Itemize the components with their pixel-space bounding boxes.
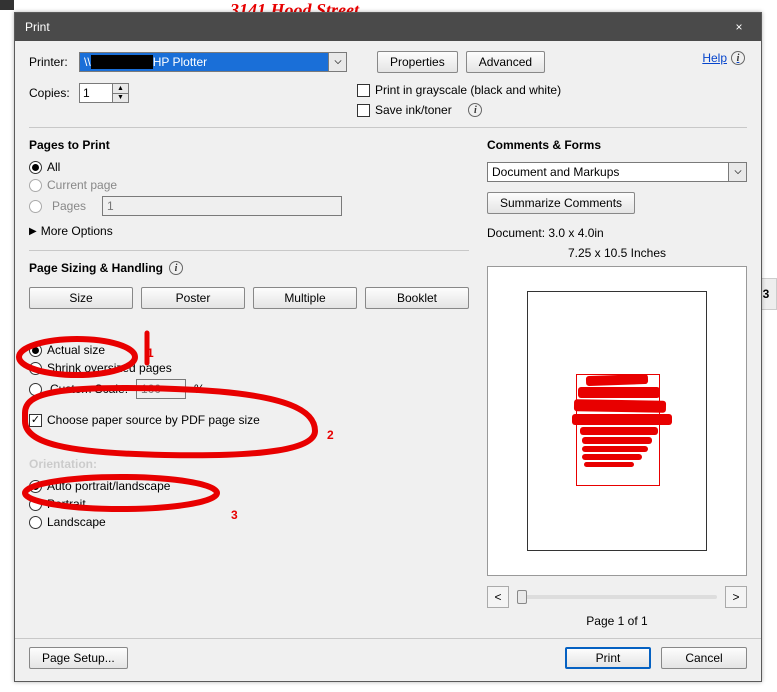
actual-size-label: Actual size: [47, 343, 105, 357]
page-status: Page 1 of 1: [487, 614, 747, 628]
slider-thumb[interactable]: [517, 590, 527, 604]
shrink-label: Shrink oversized pages: [47, 361, 172, 375]
help-link[interactable]: Help i: [702, 51, 745, 65]
shrink-radio[interactable]: Shrink oversized pages: [29, 361, 469, 375]
preview-paper: [527, 291, 707, 551]
auto-orientation-radio[interactable]: Auto portrait/landscape: [29, 479, 469, 493]
info-icon: i: [468, 103, 482, 117]
print-preview: [487, 266, 747, 576]
comments-forms-value: Document and Markups: [492, 165, 619, 179]
pages-all-radio[interactable]: All: [29, 160, 469, 174]
grayscale-label: Print in grayscale (black and white): [375, 83, 561, 97]
separator: [29, 250, 469, 251]
bg-dark-strip: [0, 0, 14, 10]
printer-value-prefix: \\: [84, 55, 91, 69]
actual-size-radio[interactable]: Actual size: [29, 343, 469, 357]
more-options-toggle[interactable]: ▶ More Options: [29, 224, 469, 238]
radio-icon: [29, 200, 42, 213]
pages-range-input: [102, 196, 342, 216]
preview-redacted-content: [568, 367, 673, 477]
titlebar: Print ×: [15, 13, 761, 41]
radio-icon: [29, 362, 42, 375]
help-icon: i: [731, 51, 745, 65]
properties-button[interactable]: Properties: [377, 51, 458, 73]
printer-dropdown-button[interactable]: [329, 52, 347, 72]
landscape-radio[interactable]: Landscape: [29, 515, 469, 529]
portrait-label: Portrait: [47, 497, 86, 511]
summarize-comments-button[interactable]: Summarize Comments: [487, 192, 635, 214]
grayscale-checkbox[interactable]: Print in grayscale (black and white): [357, 83, 561, 97]
custom-scale-radio[interactable]: Custom Scale: %: [29, 379, 469, 399]
printer-value-suffix: HP Plotter: [153, 55, 207, 69]
copies-down[interactable]: ▼: [113, 93, 129, 104]
comments-forms-select[interactable]: Document and Markups: [487, 162, 747, 182]
save-ink-label: Save ink/toner: [375, 103, 452, 117]
checkbox-icon: [357, 104, 370, 117]
page-slider[interactable]: [517, 595, 717, 599]
info-icon: i: [169, 261, 183, 275]
size-tab-button[interactable]: Size: [29, 287, 133, 309]
page-setup-button[interactable]: Page Setup...: [29, 647, 128, 669]
triangle-right-icon: ▶: [29, 226, 37, 237]
checkbox-icon: [29, 414, 42, 427]
advanced-button[interactable]: Advanced: [466, 51, 545, 73]
pages-to-print-header: Pages to Print: [29, 138, 469, 152]
custom-scale-label: Custom Scale:: [50, 382, 128, 396]
copies-input[interactable]: [79, 83, 113, 103]
bg-page-text-top: 3141 Hood Street: [230, 0, 777, 12]
comments-forms-header: Comments & Forms: [487, 138, 747, 152]
copies-spinner[interactable]: ▲ ▼: [79, 83, 129, 103]
multiple-tab-button[interactable]: Multiple: [253, 287, 357, 309]
close-button[interactable]: ×: [717, 13, 761, 41]
document-size-label: Document: 3.0 x 4.0in: [487, 226, 747, 240]
printer-value-redacted: XXXXXXX: [91, 55, 153, 69]
orientation-header: Orientation:: [29, 457, 469, 471]
more-options-label: More Options: [41, 224, 113, 238]
radio-icon: [29, 344, 42, 357]
choose-paper-checkbox[interactable]: Choose paper source by PDF page size: [29, 413, 469, 427]
radio-icon: [29, 161, 42, 174]
landscape-label: Landscape: [47, 515, 106, 529]
pages-range-radio[interactable]: Pages: [29, 196, 469, 216]
auto-orientation-label: Auto portrait/landscape: [47, 479, 170, 493]
copies-label: Copies:: [29, 86, 71, 100]
portrait-radio[interactable]: Portrait: [29, 497, 469, 511]
radio-icon: [29, 480, 42, 493]
printer-select[interactable]: \\ XXXXXXX HP Plotter: [79, 52, 347, 72]
sizing-header: Page Sizing & Handling: [29, 261, 163, 275]
printer-label: Printer:: [29, 55, 71, 69]
custom-scale-unit: %: [194, 382, 205, 396]
booklet-tab-button[interactable]: Booklet: [365, 287, 469, 309]
chevron-down-icon: [334, 58, 342, 66]
radio-icon: [29, 383, 42, 396]
paper-size-label: 7.25 x 10.5 Inches: [487, 246, 747, 260]
copies-up[interactable]: ▲: [113, 83, 129, 93]
checkbox-icon: [357, 84, 370, 97]
print-dialog: Print × Help i Printer: \\ XXXXXXX HP Pl…: [14, 12, 762, 682]
radio-icon: [29, 516, 42, 529]
help-label: Help: [702, 51, 727, 65]
separator: [29, 127, 747, 128]
window-title: Print: [25, 20, 717, 34]
pages-range-label: Pages: [52, 199, 92, 213]
comments-dropdown-button[interactable]: [729, 162, 747, 182]
next-page-button[interactable]: >: [725, 586, 747, 608]
prev-page-button[interactable]: <: [487, 586, 509, 608]
close-icon: ×: [735, 20, 742, 34]
choose-paper-label: Choose paper source by PDF page size: [47, 413, 260, 427]
pages-all-label: All: [47, 160, 60, 174]
chevron-down-icon: [734, 168, 742, 176]
pages-current-label: Current page: [47, 178, 117, 192]
poster-tab-button[interactable]: Poster: [141, 287, 245, 309]
print-button[interactable]: Print: [565, 647, 651, 669]
cancel-button[interactable]: Cancel: [661, 647, 747, 669]
radio-icon: [29, 179, 42, 192]
pages-current-radio[interactable]: Current page: [29, 178, 469, 192]
custom-scale-input: [136, 379, 186, 399]
save-ink-checkbox[interactable]: Save ink/toner i: [357, 103, 561, 117]
radio-icon: [29, 498, 42, 511]
